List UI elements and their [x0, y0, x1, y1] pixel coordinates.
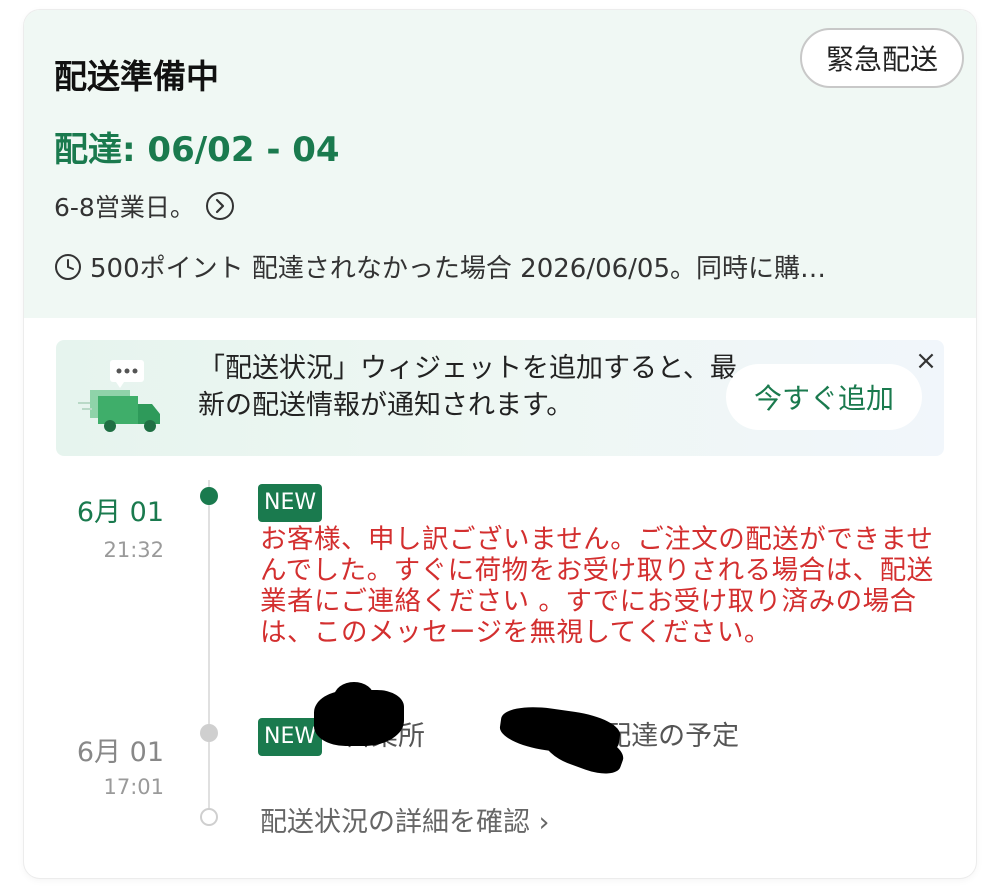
timeline-dot-end — [200, 808, 218, 826]
timeline-dot-active — [200, 487, 218, 505]
timeline-message: 営業所 , 配達の予定 — [344, 721, 740, 752]
timeline-time: 21:32 — [103, 538, 164, 562]
widget-promo-banner: 「配送状況」ウィジェットを追加すると、最新の配送情報が通知されます。 今すぐ追加 — [56, 340, 944, 456]
business-days[interactable]: 6-8営業日。 — [54, 188, 235, 224]
timeline-line — [208, 480, 210, 810]
points-info-row: 500ポイント 配達されなかった場合 2026/06/05。同時に購… — [54, 248, 959, 285]
tracking-details-link[interactable]: 配送状況の詳細を確認 › — [260, 800, 549, 839]
clock-icon — [55, 253, 81, 280]
urgent-delivery-button[interactable]: 緊急配送 — [800, 28, 964, 88]
delivery-header: 配送準備中 緊急配送 配達: 06/02 - 04 6-8営業日。 500ポイン… — [24, 10, 976, 318]
timeline-time: 17:01 — [103, 775, 164, 799]
business-days-text: 6-8営業日。 — [54, 193, 195, 222]
delivery-truck-icon — [78, 360, 160, 432]
timeline-dot — [200, 724, 218, 742]
points-info-text: 500ポイント 配達されなかった場合 2026/06/05。同時に購… — [90, 254, 827, 284]
timeline-date: 6月 01 — [76, 497, 164, 528]
delivery-card: 配送準備中 緊急配送 配達: 06/02 - 04 6-8営業日。 500ポイン… — [24, 10, 976, 878]
status-title: 配送準備中 — [54, 57, 219, 96]
timeline-date: 6月 01 — [76, 737, 164, 768]
chevron-right-circle-icon[interactable] — [205, 191, 235, 221]
new-badge: NEW — [258, 718, 323, 756]
add-widget-button[interactable]: 今すぐ追加 — [726, 364, 922, 430]
timeline-message-alert: お客様、申し訳ございません。ご注文の配送ができませんでした。すぐに荷物をお受け取… — [260, 524, 934, 648]
new-badge: NEW — [258, 484, 323, 522]
redaction-mark — [334, 682, 374, 712]
close-icon[interactable]: × — [912, 346, 940, 376]
delivery-date: 配達: 06/02 - 04 — [54, 130, 340, 170]
widget-banner-text: 「配送状況」ウィジェットを追加すると、最新の配送情報が通知されます。 — [198, 353, 737, 421]
